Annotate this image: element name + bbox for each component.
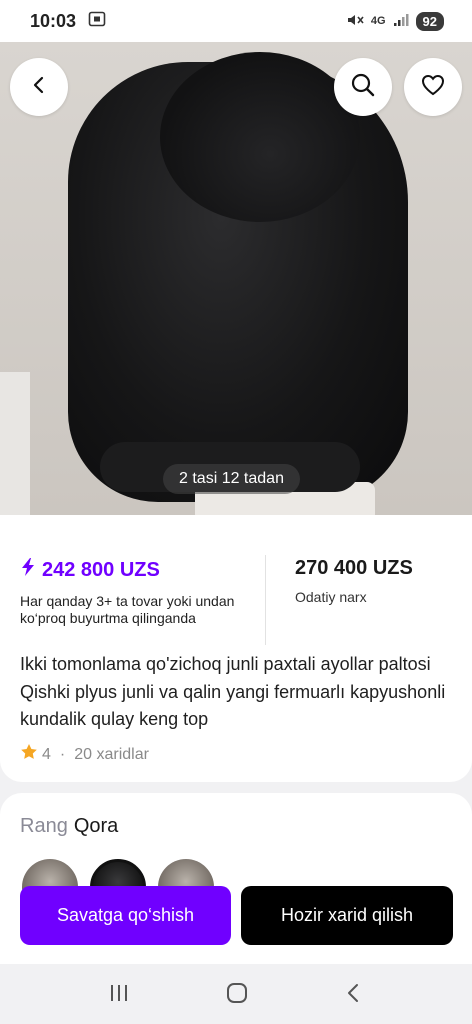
product-title: Ikki tomonlama qo'zichoq junli paxtali a… bbox=[20, 654, 446, 729]
regular-price-block: 270 400 UZS Odatiy narx bbox=[295, 557, 413, 605]
system-nav-bar bbox=[0, 966, 472, 1024]
product-image[interactable]: 2 tasi 12 tadan bbox=[0, 42, 472, 515]
regular-price-label: Odatiy narx bbox=[295, 589, 367, 605]
rating-row[interactable]: 4 · 20 xaridlar bbox=[20, 743, 149, 766]
rating-value: 4 bbox=[42, 745, 51, 763]
status-bar: 10:03 4G 92 bbox=[0, 0, 472, 42]
favorite-button[interactable] bbox=[404, 58, 462, 116]
orders-count: 20 xaridlar bbox=[74, 745, 149, 763]
home-icon[interactable] bbox=[225, 981, 249, 1010]
sale-price: 242 800 UZS bbox=[20, 557, 245, 583]
image-background bbox=[0, 372, 30, 515]
star-icon bbox=[20, 743, 38, 766]
coat-hood bbox=[160, 52, 360, 222]
signal-icon bbox=[393, 13, 409, 30]
price-divider bbox=[265, 555, 266, 645]
network-label: 4G bbox=[370, 15, 386, 27]
color-selector-card: Rang Qora bbox=[0, 793, 472, 973]
back-button[interactable] bbox=[10, 58, 68, 116]
color-row: Rang Qora bbox=[20, 815, 118, 838]
color-label: Rang bbox=[20, 815, 68, 837]
sale-price-value: 242 800 UZS bbox=[42, 558, 160, 581]
screenshot-icon bbox=[88, 11, 106, 32]
regular-price: 270 400 UZS bbox=[295, 557, 413, 579]
recent-apps-icon[interactable] bbox=[107, 982, 131, 1009]
mute-icon bbox=[346, 12, 364, 31]
add-to-cart-button[interactable]: Savatga qo‘shish bbox=[20, 886, 231, 945]
buy-now-button[interactable]: Hozir xarid qilish bbox=[241, 886, 453, 945]
sale-price-block: 242 800 UZS Har qanday 3+ ta tovar yoki … bbox=[20, 557, 245, 627]
search-button[interactable] bbox=[334, 58, 392, 116]
chevron-left-icon bbox=[28, 74, 50, 101]
search-icon bbox=[350, 72, 376, 103]
product-info-card: 242 800 UZS Har qanday 3+ ta tovar yoki … bbox=[0, 515, 472, 782]
rating-separator: · bbox=[59, 745, 66, 763]
sale-price-note: Har qanday 3+ ta tovar yoki undan ko‘pro… bbox=[20, 593, 235, 626]
status-time: 10:03 bbox=[30, 10, 77, 31]
back-icon[interactable] bbox=[343, 982, 365, 1009]
lightning-icon bbox=[20, 557, 36, 583]
image-counter: 2 tasi 12 tadan bbox=[163, 464, 300, 494]
heart-icon bbox=[420, 73, 446, 102]
battery-badge: 92 bbox=[415, 11, 444, 31]
color-value: Qora bbox=[73, 815, 119, 837]
